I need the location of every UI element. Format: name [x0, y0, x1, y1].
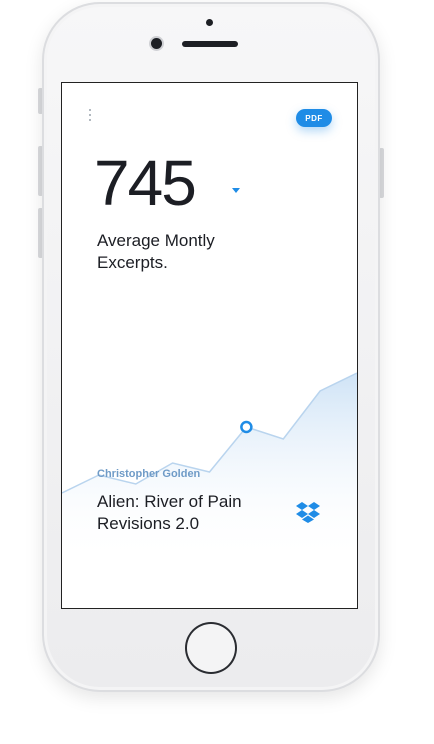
chart-highlight-point[interactable]: [240, 420, 253, 434]
pdf-button[interactable]: PDF: [296, 109, 332, 127]
author-name: Christopher Golden: [97, 468, 201, 480]
stat-label: Average Montly Excerpts.: [97, 231, 215, 272]
caret-down-icon[interactable]: [232, 188, 240, 193]
app-screen: PDF 745 Average Montly Excerpts. Christo…: [61, 82, 358, 609]
stat-value: 745: [94, 147, 197, 219]
dropbox-icon[interactable]: [295, 500, 321, 524]
home-button: [185, 622, 237, 674]
earpiece-speaker: [182, 41, 238, 47]
front-camera: [151, 38, 162, 49]
book-title: Alien: River of Pain Revisions 2.0: [97, 492, 242, 533]
more-vertical-icon[interactable]: [87, 109, 93, 125]
proximity-sensor: [206, 19, 213, 26]
